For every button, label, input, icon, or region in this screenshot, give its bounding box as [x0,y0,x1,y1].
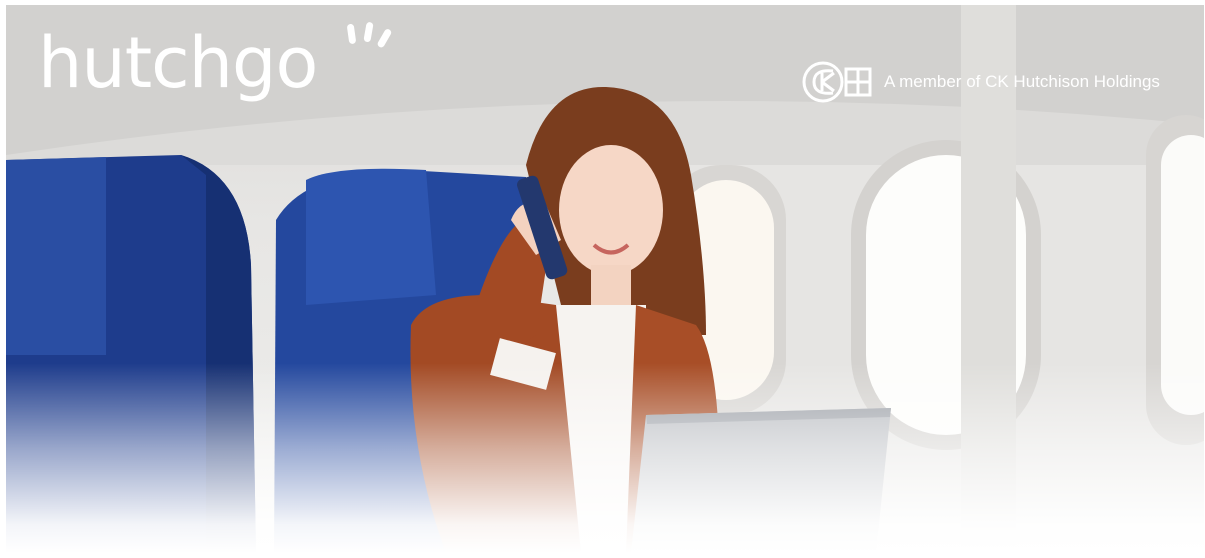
passenger-seat-headrest [306,168,436,305]
hutchgo-logo: hutchgo [38,20,398,140]
logo-signal-icon [347,22,392,48]
ckh-logo-icon [802,61,872,103]
logo-wordmark: hutchgo [38,22,318,104]
face [559,145,663,275]
bottom-fade-overlay [6,363,1204,553]
neck [591,265,631,305]
member-badge: A member of CK Hutchison Holdings [800,58,1160,106]
hutchgo-banner: hutchgo A member of CK Hutchison Holding… [0,0,1205,558]
front-seat-headrest [6,157,106,355]
member-badge-text: A member of CK Hutchison Holdings [884,72,1160,91]
